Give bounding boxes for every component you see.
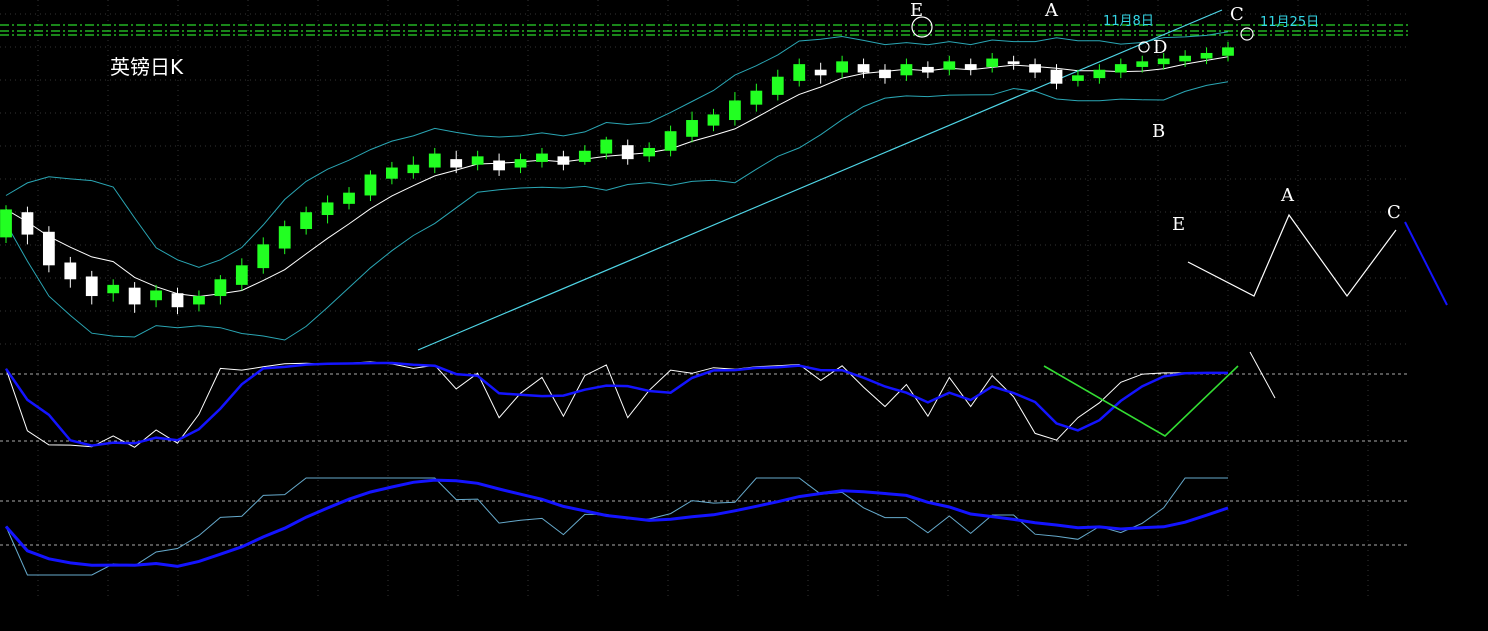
chart-title: 英镑日K bbox=[110, 55, 184, 79]
candle-body bbox=[42, 231, 55, 266]
candle-body bbox=[921, 66, 934, 73]
candle-body bbox=[1136, 61, 1149, 67]
candle-body bbox=[643, 147, 656, 157]
candle-body bbox=[1200, 52, 1213, 59]
candle-body bbox=[171, 293, 184, 308]
chart-canvas: 英镑日K E A B C D 11月8日 11月25日 E A C bbox=[0, 0, 1488, 631]
candle-body bbox=[343, 192, 355, 204]
candle-body bbox=[771, 76, 784, 95]
diagram-label-e: E bbox=[1172, 214, 1185, 235]
candle-body bbox=[664, 131, 677, 151]
chart-background bbox=[0, 0, 1488, 631]
point-label-e: E bbox=[910, 0, 923, 21]
diagram-label-a: A bbox=[1280, 185, 1295, 206]
candle-body bbox=[1222, 47, 1234, 56]
candle-body bbox=[1093, 69, 1106, 79]
candle-body bbox=[943, 61, 956, 70]
candle-body bbox=[879, 69, 891, 79]
candle-body bbox=[621, 145, 634, 160]
candle-body bbox=[1007, 61, 1020, 65]
candle-body bbox=[321, 202, 334, 216]
candle-body bbox=[857, 64, 870, 73]
candle-body bbox=[407, 164, 420, 174]
candle-body bbox=[1072, 75, 1084, 81]
candle-body bbox=[300, 212, 313, 229]
candle-body bbox=[235, 265, 248, 285]
candle-body bbox=[986, 58, 999, 67]
candle-body bbox=[836, 61, 849, 73]
candle-body bbox=[64, 262, 77, 280]
candle-body bbox=[150, 290, 162, 301]
candle-body bbox=[85, 276, 98, 297]
candle-body bbox=[578, 150, 591, 162]
candle-body bbox=[1050, 69, 1063, 84]
point-label-c: C bbox=[1230, 4, 1244, 25]
candle-body bbox=[471, 156, 484, 165]
point-label-d: D bbox=[1153, 37, 1167, 58]
candle-body bbox=[729, 100, 741, 121]
candle-body bbox=[1114, 64, 1127, 73]
candle-body bbox=[214, 279, 227, 297]
candle-body bbox=[750, 90, 763, 105]
point-label-a: A bbox=[1044, 0, 1059, 21]
candle-body bbox=[364, 174, 377, 196]
candle-body bbox=[450, 159, 463, 168]
date-label-d: 11月8日 bbox=[1103, 14, 1154, 29]
candle-body bbox=[1157, 58, 1170, 65]
candle-body bbox=[514, 159, 527, 168]
point-label-b: B bbox=[1152, 121, 1165, 142]
candle-body bbox=[193, 296, 205, 305]
candle-body bbox=[128, 287, 141, 305]
candle-body bbox=[1179, 55, 1192, 62]
candle-body bbox=[557, 156, 570, 165]
candle-body bbox=[707, 114, 720, 126]
candle-body bbox=[257, 244, 270, 269]
candle-body bbox=[686, 120, 698, 137]
candle-body bbox=[0, 209, 12, 238]
candle-body bbox=[107, 284, 120, 294]
candle-body bbox=[21, 212, 34, 235]
candle-body bbox=[793, 64, 806, 81]
candle-body bbox=[964, 64, 977, 70]
candle-body bbox=[900, 64, 913, 76]
candle-body bbox=[428, 153, 441, 168]
candle-body bbox=[536, 153, 548, 162]
candle-body bbox=[278, 226, 291, 249]
candle-body bbox=[814, 69, 827, 76]
candle-body bbox=[385, 167, 398, 179]
candle-body bbox=[600, 139, 613, 154]
diagram-label-c: C bbox=[1387, 202, 1401, 223]
date-label-c: 11月25日 bbox=[1260, 15, 1319, 30]
candle-body bbox=[1029, 64, 1041, 73]
candle-body bbox=[493, 160, 505, 171]
